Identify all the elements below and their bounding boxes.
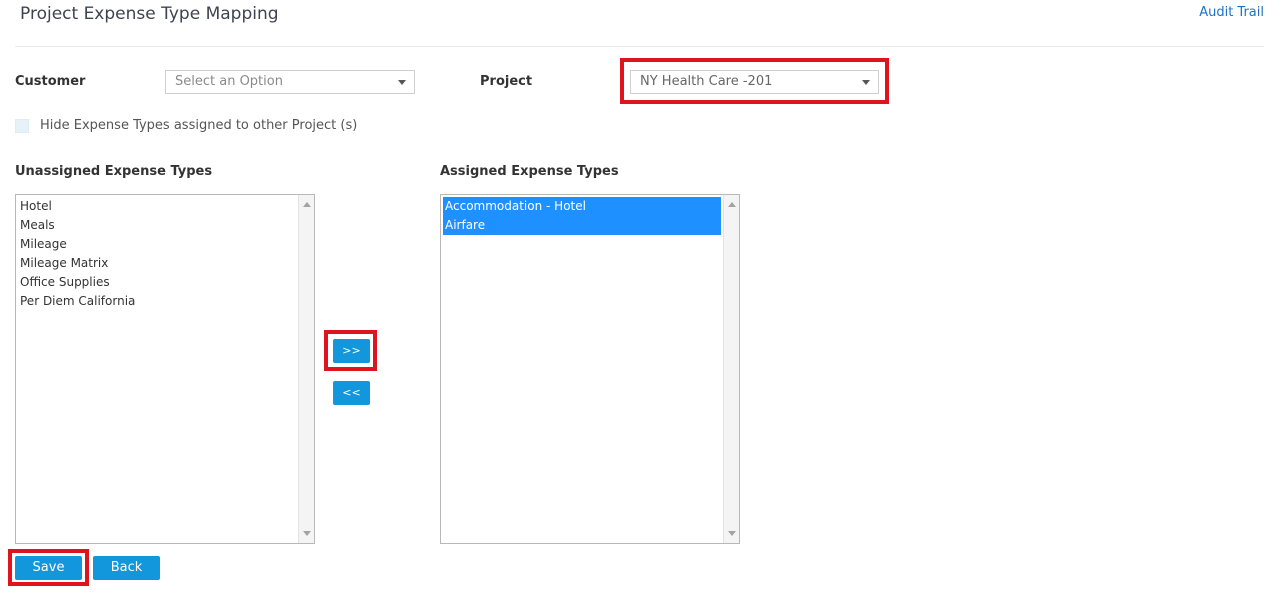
- unassigned-items: Hotel Meals Mileage Mileage Matrix Office Su…: [18, 197, 296, 311]
- unassigned-title: Unassigned Expense Types: [15, 164, 213, 179]
- save-button[interactable]: Save: [15, 556, 82, 580]
- list-item[interactable]: Mileage: [18, 235, 296, 254]
- customer-select-value: Select an Option: [175, 74, 283, 89]
- customer-select[interactable]: Select an Option: [165, 70, 415, 94]
- move-left-button[interactable]: <<: [333, 381, 370, 405]
- chevron-down-icon: [862, 80, 870, 85]
- list-item[interactable]: Airfare: [443, 216, 721, 235]
- assigned-scrollbar[interactable]: [723, 195, 739, 543]
- header-divider: [15, 46, 1264, 47]
- list-item[interactable]: Per Diem California: [18, 292, 296, 311]
- unassigned-scrollbar[interactable]: [298, 195, 314, 543]
- assigned-items: Accommodation - Hotel Airfare: [443, 197, 721, 235]
- assigned-listbox[interactable]: Accommodation - Hotel Airfare: [440, 194, 740, 544]
- scroll-down-icon[interactable]: [728, 531, 736, 536]
- hide-assigned-checkbox[interactable]: [15, 119, 29, 133]
- page-title: Project Expense Type Mapping: [20, 4, 279, 24]
- list-item[interactable]: Office Supplies: [18, 273, 296, 292]
- scroll-up-icon[interactable]: [728, 202, 736, 207]
- back-button[interactable]: Back: [93, 556, 160, 580]
- assigned-title: Assigned Expense Types: [440, 164, 619, 179]
- list-item[interactable]: Hotel: [18, 197, 296, 216]
- project-label: Project: [480, 74, 533, 89]
- list-item[interactable]: Mileage Matrix: [18, 254, 296, 273]
- list-item[interactable]: Meals: [18, 216, 296, 235]
- customer-label: Customer: [15, 74, 86, 89]
- unassigned-listbox[interactable]: Hotel Meals Mileage Mileage Matrix Office Su…: [15, 194, 315, 544]
- move-right-button[interactable]: >>: [333, 339, 370, 363]
- scroll-up-icon[interactable]: [303, 202, 311, 207]
- scroll-down-icon[interactable]: [303, 531, 311, 536]
- project-select[interactable]: NY Health Care -201: [630, 70, 879, 94]
- chevron-down-icon: [398, 80, 406, 85]
- project-select-value: NY Health Care -201: [640, 74, 773, 89]
- hide-assigned-label: Hide Expense Types assigned to other Pro…: [40, 118, 358, 133]
- audit-trail-link[interactable]: Audit Trail: [1199, 5, 1264, 20]
- list-item[interactable]: Accommodation - Hotel: [443, 197, 721, 216]
